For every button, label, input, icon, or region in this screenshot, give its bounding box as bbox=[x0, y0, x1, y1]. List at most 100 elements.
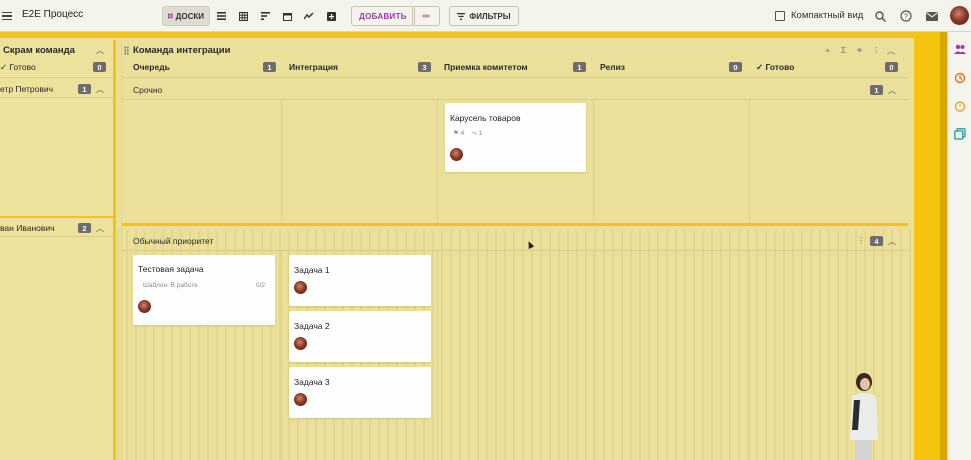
chart-view-button[interactable] bbox=[298, 6, 320, 26]
compact-view-toggle[interactable]: Компактный вид bbox=[775, 10, 863, 21]
assignee-avatar[interactable] bbox=[294, 281, 307, 294]
column-header-integration: Интеграция bbox=[289, 62, 339, 72]
boards-view-button[interactable]: ДОСКИ bbox=[162, 6, 210, 26]
lane-count-badge: 1 bbox=[870, 85, 883, 95]
column-header-queue: Очередь bbox=[133, 62, 170, 72]
column-count-badge: 0 bbox=[885, 62, 898, 72]
divider bbox=[122, 99, 908, 100]
svg-text:?: ? bbox=[904, 14, 908, 21]
layers-icon[interactable] bbox=[954, 128, 966, 140]
scrum-team-column: Скрам команда ︿ ✓ Готово 0 етр Петрович … bbox=[0, 40, 116, 460]
add-box-icon bbox=[326, 11, 336, 21]
divider bbox=[122, 250, 908, 251]
list-view-button[interactable] bbox=[210, 6, 232, 26]
lane-more-icon[interactable]: ⋮ bbox=[857, 235, 866, 246]
column-divider bbox=[281, 100, 282, 222]
divider bbox=[0, 77, 113, 78]
link-icon[interactable]: ⚭ bbox=[856, 45, 863, 56]
team-icon[interactable] bbox=[954, 43, 966, 55]
column-header-release: Релиз bbox=[600, 62, 626, 72]
filters-button[interactable]: ФИЛЬТРЫ bbox=[449, 6, 519, 26]
mail-icon[interactable] bbox=[925, 9, 939, 23]
card-carousel[interactable]: Карусель товаров ⚑ 4 ⤳ 1 bbox=[445, 103, 586, 172]
vertical-scrollbar[interactable] bbox=[940, 32, 947, 460]
lane-chevron-icon[interactable]: ︿ bbox=[887, 236, 897, 246]
card-title: Задача 3 bbox=[294, 377, 330, 387]
lane-ivan-count: 2 bbox=[78, 223, 91, 233]
card-test-task[interactable]: Тестовая задача Шаблон: В работе 0/2 bbox=[133, 255, 275, 325]
filters-label: ФИЛЬТРЫ bbox=[469, 11, 511, 21]
history-icon[interactable] bbox=[954, 72, 966, 84]
lane-separator bbox=[0, 216, 113, 218]
done-count-badge: 0 bbox=[93, 62, 106, 72]
column-count-badge: 3 bbox=[418, 62, 431, 72]
timer-icon[interactable] bbox=[954, 100, 966, 112]
card-task-3[interactable]: Задача 3 bbox=[289, 367, 431, 418]
list-icon bbox=[216, 12, 226, 20]
divider bbox=[0, 97, 113, 98]
menu-icon[interactable] bbox=[1, 10, 13, 22]
compact-checkbox[interactable] bbox=[775, 10, 785, 21]
card-meta-b: 1 bbox=[478, 130, 483, 137]
add-button[interactable]: ДОБАВИТЬ bbox=[351, 6, 415, 26]
board-title: Команда интеграции bbox=[133, 45, 231, 56]
column-divider bbox=[437, 251, 438, 460]
add-dropdown-button[interactable]: ═ bbox=[412, 6, 440, 26]
lane-separator bbox=[122, 223, 908, 226]
collapse-chevron-icon[interactable]: ︿ bbox=[95, 45, 105, 55]
lane-petr: етр Петрович bbox=[0, 84, 54, 94]
divider bbox=[0, 236, 113, 237]
drag-handle-icon[interactable] bbox=[124, 46, 129, 55]
table-view-button[interactable] bbox=[232, 6, 254, 26]
compact-label: Компактный вид bbox=[791, 10, 864, 21]
lane-ivan-chevron-icon[interactable]: ︿ bbox=[95, 223, 105, 233]
done-column-label: ✓ Готово bbox=[0, 62, 36, 72]
column-count-badge: 0 bbox=[729, 62, 742, 72]
app-title: E2E Процесс bbox=[22, 9, 84, 20]
right-rail bbox=[947, 32, 971, 460]
lane-title-normal: Обычный приоритет bbox=[133, 236, 214, 246]
card-task-2[interactable]: Задача 2 bbox=[289, 311, 431, 362]
search-icon[interactable] bbox=[873, 9, 887, 23]
calendar-view-button[interactable] bbox=[276, 6, 298, 26]
more-icon[interactable]: ⋮ bbox=[872, 45, 881, 56]
add-box-view-button[interactable] bbox=[320, 6, 342, 26]
calendar-icon bbox=[282, 12, 292, 21]
help-icon[interactable]: ? bbox=[899, 9, 913, 23]
sum-icon[interactable]: Σ bbox=[841, 45, 846, 55]
column-divider bbox=[749, 251, 750, 460]
card-meta-row: ⚑ 4 ⤳ 1 bbox=[453, 129, 482, 138]
add-icon[interactable]: + bbox=[825, 45, 830, 55]
filter-icon bbox=[457, 12, 466, 20]
user-avatar[interactable] bbox=[950, 6, 969, 25]
assignee-avatar[interactable] bbox=[294, 393, 307, 406]
card-task-1[interactable]: Задача 1 bbox=[289, 255, 431, 306]
card-meta-a: 4 bbox=[460, 130, 465, 137]
sort-icon bbox=[260, 12, 270, 20]
card-title: Тестовая задача bbox=[138, 264, 204, 274]
lane-petr-count: 1 bbox=[78, 84, 91, 94]
divider bbox=[122, 77, 908, 78]
column-header-committee: Приемка комитетом bbox=[444, 62, 528, 72]
person-figure-image bbox=[850, 373, 878, 460]
lane-ivan: ван Иванович bbox=[0, 223, 55, 233]
lane-petr-chevron-icon[interactable]: ︿ bbox=[95, 84, 105, 94]
assignee-avatar[interactable] bbox=[450, 148, 463, 161]
table-icon bbox=[238, 11, 248, 21]
view-switcher: ДОСКИ bbox=[162, 6, 342, 26]
column-divider bbox=[281, 251, 282, 460]
boards-label: ДОСКИ bbox=[175, 11, 204, 21]
collapse-chevron-icon[interactable]: ︿ bbox=[887, 45, 896, 57]
lane-chevron-icon[interactable]: ︿ bbox=[887, 85, 897, 95]
sort-view-button[interactable] bbox=[254, 6, 276, 26]
top-bar: E2E Процесс ДОСКИ ДОБАВИТЬ ═ ФИЛЬТРЫ Ком… bbox=[0, 0, 971, 32]
column-header-done: ✓ Готово bbox=[756, 62, 795, 72]
assignee-avatar[interactable] bbox=[138, 300, 151, 313]
card-template-meta: Шаблон: В работе bbox=[143, 282, 198, 289]
lane-title-urgent: Срочно bbox=[133, 85, 163, 95]
flag-icon: ⚑ bbox=[453, 130, 459, 137]
chart-icon bbox=[304, 12, 314, 20]
scrum-team-title: Скрам команда bbox=[3, 45, 75, 56]
assignee-avatar[interactable] bbox=[294, 337, 307, 350]
column-divider bbox=[593, 251, 594, 460]
